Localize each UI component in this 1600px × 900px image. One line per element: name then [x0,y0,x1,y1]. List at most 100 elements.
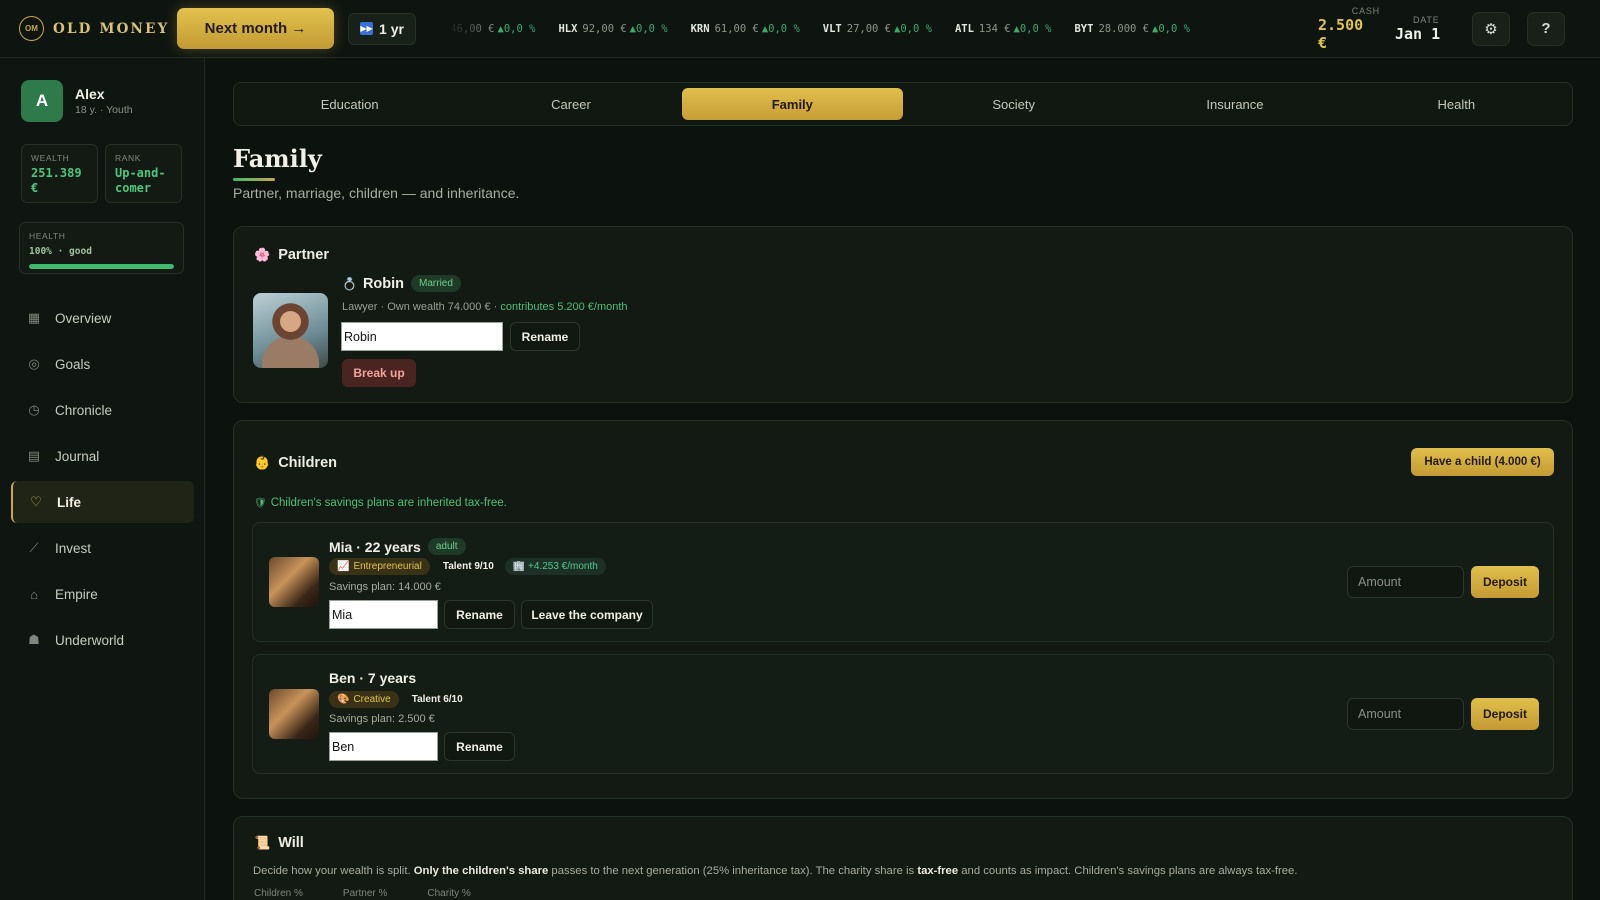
date-value: Jan 1 [1395,24,1441,43]
sidebar-item-invest[interactable]: ⟋ Invest [11,527,194,569]
speed-button[interactable]: ▶▶ 1 yr [348,12,416,45]
trend-icon: ⟋ [29,540,39,555]
sidebar-item-label: Overview [55,310,112,326]
heart-icon: ♡ [30,494,42,509]
child-row: Ben · 7 years 🎨 Creative Talent 6/10 Savi… [252,654,1554,774]
tab-society[interactable]: Society [903,88,1124,120]
deposit-button[interactable]: Deposit [1471,698,1539,730]
profile-subtitle: 18 y. · Youth [75,104,133,116]
sidebar-item-label: Underworld [55,632,125,648]
sidebar-item-label: Goals [55,356,91,372]
ticker-price: 134 € [978,22,1011,35]
health-card: HEALTH 100% · good [19,222,184,274]
page-title: Family [233,144,322,173]
mask-icon: ☗ [28,632,40,647]
company-icon: 🏢 [512,561,526,572]
child-row: Mia · 22 years adult 📈 Entrepreneurial Ta… [252,522,1554,642]
ticker-symbol: BYT [1074,22,1094,35]
child-name-input[interactable] [329,732,438,761]
ticker-item: KRN 61,00 € ▲0,0 % [691,23,800,35]
tab-family[interactable]: Family [681,88,903,120]
partner-meta: Lawyer · Own wealth 74.000 € · contribut… [342,301,628,313]
partner-name-input[interactable] [341,322,503,351]
tab-insurance[interactable]: Insurance [1124,88,1345,120]
clock-icon: ◷ [28,402,40,417]
sidebar-item-label: Journal [55,448,100,464]
sidebar-item-label: Invest [55,540,92,556]
tab-education[interactable]: Education [239,88,460,120]
rank-label: RANK [115,153,142,163]
partner-contribution: contributes 5.200 €/month [500,301,628,313]
child-tags: 🎨 Creative Talent 6/10 [329,691,467,708]
child-rename-button[interactable]: Rename [444,732,515,761]
partner-photo [253,293,328,368]
ticker-symbol: KRN [690,22,710,35]
partner-card: 🌸 Partner 💍 Robin Married Lawyer · Own w… [233,226,1573,403]
children-heading-label: Children [278,455,337,471]
help-icon[interactable]: ? [1527,11,1565,46]
adult-badge: adult [427,538,466,555]
health-bar [29,264,174,269]
deposit-button[interactable]: Deposit [1471,566,1539,598]
child-name: Ben · 7 years [329,670,417,686]
ticker-change: ▲0,0 % [629,22,668,35]
flower-icon: 🌸 [254,247,271,262]
sidebar-item-chronicle[interactable]: ◷ Chronicle [11,389,194,431]
date-display: DATE Jan 1 [1395,15,1447,43]
partner-rename-button[interactable]: Rename [510,322,580,351]
palette-icon: 🎨 [337,694,350,705]
sidebar-item-journal[interactable]: ▤ Journal [11,435,194,477]
logo-mark: OM [19,16,44,41]
partner-details: Lawyer · Own wealth 74.000 € · [342,301,501,313]
partner-name-row: 💍 Robin Married [342,275,461,292]
will-share-labels: Children % Partner % Charity % [254,888,471,899]
ticker-price: 28.000 € [1098,22,1150,35]
fast-forward-icon: ▶▶ [360,22,374,35]
talent-label: Talent 6/10 [411,694,463,705]
sidebar-item-overview[interactable]: ▦ Overview [11,297,194,339]
health-bar-fill [29,264,174,269]
will-text-bold: tax-free [917,865,959,877]
will-share-label: Charity % [427,888,471,899]
cash-value: 2.500 € [1318,15,1364,52]
partner-name: Robin [362,275,405,292]
will-text-part: Decide how your wealth is split. [253,865,414,877]
income-tag: 🏢 +4.253 €/month [504,558,606,575]
break-up-button[interactable]: Break up [342,359,416,387]
ticker-item: VLT 27,00 € ▲0,0 % [823,23,932,35]
child-name-row: Mia · 22 years adult [329,538,466,555]
grid-icon: ▦ [27,310,41,325]
next-month-button[interactable]: Next month → [177,8,334,49]
ticker-change: ▲0,0 % [761,22,800,35]
leave-company-button[interactable]: Leave the company [521,600,653,629]
child-rename-button[interactable]: Rename [444,600,515,629]
target-icon: ◎ [28,356,40,371]
sidebar-item-empire[interactable]: ⌂ Empire [11,573,194,615]
baby-icon: 👶 [254,455,271,470]
gear-icon[interactable]: ⚙ [1472,11,1510,46]
avatar: A [21,80,63,122]
date-label: DATE [1413,14,1440,25]
amount-input[interactable]: Amount [1347,566,1464,598]
tab-career[interactable]: Career [460,88,681,120]
sidebar-item-goals[interactable]: ◎ Goals [11,343,194,385]
ticker-symbol: HLX [558,22,578,35]
child-tags: 📈 Entrepreneurial Talent 9/10 🏢 +4.253 €/… [329,558,606,575]
status-badge: Married [411,275,461,292]
sidebar-item-label: Life [57,494,82,510]
child-photo [269,689,319,739]
sidebar-item-underworld[interactable]: ☗ Underworld [11,619,194,661]
ticker-item: HLX 92,00 € ▲0,0 % [558,23,667,35]
journal-icon: ▤ [27,448,41,463]
ticker-price: 92,00 € [582,22,627,35]
child-name-input[interactable] [329,600,438,629]
tab-health[interactable]: Health [1346,88,1567,120]
chart-icon: 📈 [337,561,350,572]
have-child-button[interactable]: Have a child (4.000 €) [1411,448,1554,476]
cash-label: CASH [1351,5,1380,16]
savings-plan: Savings plan: 2.500 € [329,713,435,725]
amount-input[interactable]: Amount [1347,698,1464,730]
sidebar-item-life[interactable]: ♡ Life [11,481,194,523]
trait-tag: 🎨 Creative [329,691,399,708]
title-underline [233,178,275,181]
